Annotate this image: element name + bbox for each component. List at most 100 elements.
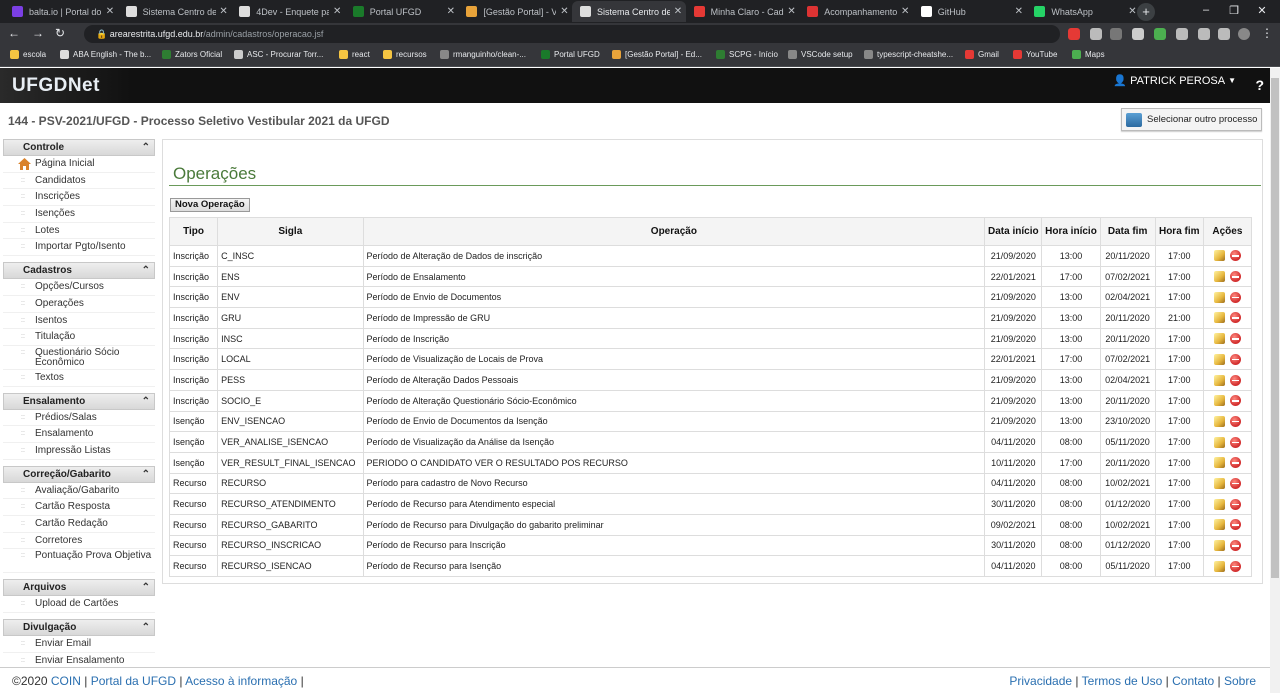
extension-icon[interactable] [1110,28,1122,40]
url-input[interactable]: 🔒 arearestrita.ufgd.edu.br/admin/cadastr… [84,25,1060,43]
tab-close-icon[interactable]: ✕ [784,6,800,17]
edit-icon[interactable] [1213,519,1225,531]
bookmark-item[interactable]: Maps [1072,50,1105,59]
browser-tab[interactable]: WhatsApp ✕ [1026,1,1140,22]
sidebar-item[interactable]: Cartão Redação [3,516,155,533]
collapse-chevron-icon[interactable]: ⌃ [142,263,150,278]
bookmark-item[interactable]: ABA English - The b... [60,50,151,59]
maximize-icon[interactable]: ❐ [1224,4,1244,17]
tab-close-icon[interactable]: ✕ [556,6,572,17]
delete-icon[interactable] [1229,271,1241,283]
delete-icon[interactable] [1229,312,1241,324]
bookmark-item[interactable]: [Gestão Portal] - Ed... [612,50,702,59]
footer-link-termos[interactable]: Termos de Uso [1082,674,1163,688]
sidebar-section-corre-o-gabarito[interactable]: Correção/Gabarito ⌃ [3,465,155,483]
browser-tab[interactable]: [Gestão Portal] - Vi...✕ [458,1,572,22]
edit-icon[interactable] [1213,436,1225,448]
sidebar-item[interactable]: Corretores [3,533,155,550]
sidebar-section-divulga-o[interactable]: Divulgação ⌃ [3,619,155,637]
tab-close-icon[interactable]: ✕ [443,6,459,17]
bookmark-item[interactable]: VSCode setup [788,50,853,59]
bookmark-item[interactable]: Portal UFGD [541,50,600,59]
collapse-chevron-icon[interactable]: ⌃ [142,140,150,155]
sidebar-section-arquivos[interactable]: Arquivos ⌃ [3,579,155,597]
delete-icon[interactable] [1229,457,1241,469]
sidebar-item[interactable]: Textos [3,370,155,387]
browser-tab[interactable]: Acompanhamento ...✕ [799,1,913,22]
adblock-icon[interactable] [1068,28,1080,40]
sidebar-item[interactable]: Inscrições [3,189,155,207]
tab-close-icon[interactable]: ✕ [329,6,345,17]
scrollbar-thumb[interactable] [1271,78,1279,578]
delete-icon[interactable] [1229,333,1241,345]
bookmark-item[interactable]: SCPG - Início [716,50,778,59]
sidebar-item[interactable]: Upload de Cartões [3,596,155,614]
delete-icon[interactable] [1229,374,1241,386]
sidebar-item[interactable]: Avaliação/Gabarito [3,483,155,500]
edit-icon[interactable] [1213,374,1225,386]
edit-icon[interactable] [1213,333,1225,345]
sidebar-section-cadastros[interactable]: Cadastros ⌃ [3,262,155,280]
delete-icon[interactable] [1229,436,1241,448]
forward-icon[interactable]: → [30,26,46,40]
bookmark-item[interactable]: YouTube [1013,50,1057,59]
bookmark-item[interactable]: escola [10,50,46,59]
close-window-icon[interactable]: ✕ [1252,4,1272,17]
reload-icon[interactable]: ↻ [52,26,68,40]
delete-icon[interactable] [1229,250,1241,262]
sidebar-item[interactable]: Lotes [3,223,155,240]
sidebar-item[interactable]: Prédios/Salas [3,410,155,427]
footer-link-privacidade[interactable]: Privacidade [1009,674,1072,688]
bookmark-item[interactable]: recursos [383,50,427,59]
browser-tab[interactable]: Portal UFGD ✕ [345,1,459,22]
delete-icon[interactable] [1229,415,1241,427]
footer-link-sobre[interactable]: Sobre [1224,674,1256,688]
help-icon[interactable]: ? [1255,77,1264,93]
extension-icon[interactable] [1090,28,1102,40]
tab-close-icon[interactable]: ✕ [670,6,686,17]
edit-icon[interactable] [1213,457,1225,469]
sidebar-item[interactable]: Importar Pgto/Isento [3,239,155,257]
browser-tab[interactable]: Minha Claro - Cad... ✕ [686,1,800,22]
edit-icon[interactable] [1213,291,1225,303]
extension-icon[interactable] [1132,28,1144,40]
footer-link-portal[interactable]: Portal da UFGD [91,674,176,688]
edit-icon[interactable] [1213,560,1225,572]
sidebar-item[interactable]: Questionário Sócio Econômico [3,346,155,370]
sidebar-item[interactable]: Isenções [3,206,155,223]
page-scrollbar[interactable] [1270,68,1280,693]
sidebar-item[interactable]: Operações [3,296,155,313]
sidebar-item[interactable]: Titulação [3,329,155,346]
collapse-chevron-icon[interactable]: ⌃ [142,580,150,595]
edit-icon[interactable] [1213,271,1225,283]
star-icon[interactable] [1041,28,1053,40]
browser-tab[interactable]: balta.io | Portal do ...✕ [4,1,118,22]
sidebar-item[interactable]: Isentos [3,313,155,330]
sidebar-item[interactable]: Pontuação Prova Objetiva [3,549,155,574]
browser-tab[interactable]: Sistema Centro de ...✕ [572,1,686,22]
delete-icon[interactable] [1229,477,1241,489]
sidebar-item[interactable]: Página Inicial [3,156,155,173]
sidebar-section-ensalamento[interactable]: Ensalamento ⌃ [3,392,155,410]
browser-tab[interactable]: GitHub ✕ [913,1,1027,22]
delete-icon[interactable] [1229,498,1241,510]
sidebar-item[interactable]: Enviar Email [3,636,155,653]
browser-tab[interactable]: 4Dev - Enquete pa...✕ [231,1,345,22]
collapse-chevron-icon[interactable]: ⌃ [142,620,150,635]
minimize-icon[interactable]: – [1196,4,1216,16]
select-process-button[interactable]: Selecionar outro processo [1121,108,1262,131]
edit-icon[interactable] [1213,312,1225,324]
tab-close-icon[interactable]: ✕ [897,6,913,17]
edit-icon[interactable] [1213,477,1225,489]
bookmark-item[interactable]: rmanguinho/clean-... [440,50,526,59]
sidebar-item[interactable]: Cartão Resposta [3,499,155,516]
sidebar-item[interactable]: Ensalamento [3,426,155,443]
sidebar-section-controle[interactable]: Controle ⌃ [3,139,155,156]
delete-icon[interactable] [1229,540,1241,552]
browser-tab[interactable]: Sistema Centro de ...✕ [118,1,232,22]
edit-icon[interactable] [1213,540,1225,552]
edit-icon[interactable] [1213,353,1225,365]
back-icon[interactable]: ← [6,26,22,40]
delete-icon[interactable] [1229,353,1241,365]
extension-icon[interactable] [1176,28,1188,40]
